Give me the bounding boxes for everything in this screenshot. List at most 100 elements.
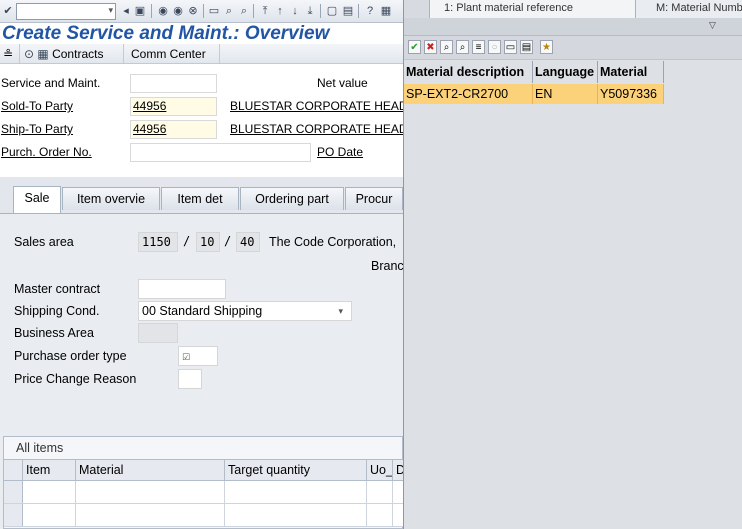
material-cell[interactable] — [76, 504, 225, 526]
shortcut-icon[interactable]: ▤ — [340, 3, 356, 19]
tab-item-overview[interactable]: Item overvie — [62, 187, 160, 210]
next-page-icon[interactable]: ↓ — [287, 3, 303, 19]
master-contract-label: Master contract — [14, 282, 101, 296]
find-next-icon[interactable]: ⌕ — [236, 3, 252, 19]
shipping-cond-dropdown[interactable]: 00 Standard Shipping ▾ — [138, 301, 352, 321]
column-description[interactable]: D — [393, 460, 403, 481]
doc-type-label: Service and Maint. — [1, 76, 101, 90]
cancel-icon[interactable]: ⊗ — [185, 3, 201, 19]
sold-to-row: Sold-To Party 44956 BLUESTAR CORPORATE H… — [0, 95, 403, 117]
tab-plant-material-reference[interactable]: 1: Plant material reference — [430, 0, 636, 18]
tab-sale[interactable]: Sale — [13, 186, 61, 213]
confirm-check-icon[interactable]: ✔ — [408, 40, 421, 54]
ship-to-label[interactable]: Ship-To Party — [1, 122, 73, 136]
column-material[interactable]: Material — [76, 460, 225, 481]
print-icon[interactable]: ▭ — [504, 40, 517, 54]
language-cell[interactable]: EN — [533, 84, 598, 104]
comm-center-button[interactable]: Comm Center — [124, 44, 220, 64]
enter-check-icon[interactable]: ✔ — [0, 3, 16, 19]
sort-icon[interactable]: ≡ — [472, 40, 485, 54]
material-cell[interactable]: Y5097336 — [598, 84, 664, 104]
save-icon[interactable]: ▣ — [132, 3, 148, 19]
new-session-icon[interactable]: ▢ — [324, 3, 340, 19]
po-type-row: Purchase order type ☑ — [0, 346, 403, 368]
sales-area-row: Sales area 1150 / 10 / 40 The Code Corpo… — [0, 232, 403, 254]
uom-cell[interactable] — [367, 504, 393, 526]
sales-org-field: 1150 — [138, 232, 178, 252]
last-page-icon[interactable]: ⤓ — [302, 3, 318, 19]
layout-menu-icon[interactable]: ▦ — [378, 3, 394, 19]
tab-material-number[interactable]: M: Material Number — [636, 0, 742, 18]
shipping-cond-row: Shipping Cond. 00 Standard Shipping ▾ — [0, 301, 403, 323]
column-uom[interactable]: Uo_ — [367, 460, 393, 481]
tab-procurement[interactable]: Procur — [345, 187, 403, 210]
find-next-icon[interactable]: ⌕ — [456, 40, 469, 54]
print-icon[interactable]: ▭ — [206, 3, 222, 19]
document-header: Service and Maint. Net value Sold-To Par… — [0, 64, 403, 177]
doc-number-field[interactable] — [130, 74, 217, 93]
tab-strip: Sale Item overvie Item det Ordering part… — [0, 177, 403, 213]
sold-to-name[interactable]: BLUESTAR CORPORATE HEAD — [230, 99, 403, 113]
item-cell[interactable] — [23, 481, 76, 503]
target-quantity-cell[interactable] — [225, 504, 367, 526]
description-cell[interactable] — [393, 481, 403, 503]
sold-to-field[interactable]: 44956 — [130, 97, 217, 116]
sold-to-label[interactable]: Sold-To Party — [1, 99, 73, 113]
toolbar-separator — [253, 4, 254, 18]
tab-ordering-party[interactable]: Ordering part — [240, 187, 344, 210]
row-selector[interactable] — [4, 504, 23, 526]
back-icon[interactable]: ◉ — [155, 3, 171, 19]
application-toolbar: ≗ ⊙ ▦ Contracts Comm Center — [0, 44, 403, 64]
find-icon[interactable]: ⌕ — [440, 40, 453, 54]
select-all-cell[interactable] — [4, 460, 23, 481]
contracts-button[interactable]: ⊙ ▦ Contracts — [20, 44, 124, 64]
previous-page-icon[interactable]: ↑ — [272, 3, 288, 19]
ship-to-name[interactable]: BLUESTAR CORPORATE HEAD — [230, 122, 403, 136]
exit-icon[interactable]: ◉ — [170, 3, 186, 19]
cancel-icon[interactable]: ✖ — [424, 40, 437, 54]
personal-list-icon[interactable]: ★ — [540, 40, 553, 54]
column-language[interactable]: Language — [533, 61, 598, 83]
search-help-tabs: 1: Plant material reference M: Material … — [404, 0, 742, 18]
dist-channel-field: 10 — [196, 232, 220, 252]
find-icon[interactable]: ⌕ — [221, 3, 237, 19]
column-item[interactable]: Item — [23, 460, 76, 481]
column-material[interactable]: Material — [598, 61, 664, 83]
toolbar-separator — [151, 4, 152, 18]
po-date-label[interactable]: PO Date — [317, 145, 363, 159]
filter-icon[interactable]: ○ — [488, 40, 501, 54]
all-items-box: All items Item Material Target quantity … — [3, 436, 403, 529]
dropdown-icon[interactable]: ▾ — [338, 302, 343, 320]
system-toolbar: ✔ ▾ ◂ ▣ ◉ ◉ ⊗ ▭ ⌕ ⌕ ⤒ ↑ ↓ ⤓ ▢ ▤ ? ▦ — [0, 0, 403, 23]
dropdown-icon[interactable]: ▾ — [108, 5, 113, 16]
column-material-description[interactable]: Material description — [404, 61, 533, 83]
uom-cell[interactable] — [367, 481, 393, 503]
toolbar-separator — [358, 4, 359, 18]
price-change-row: Price Change Reason — [0, 369, 403, 391]
ship-to-field[interactable]: 44956 — [130, 120, 217, 139]
master-contract-field[interactable] — [138, 279, 226, 299]
column-target-quantity[interactable]: Target quantity — [225, 460, 367, 481]
tab-item-detail[interactable]: Item det — [161, 187, 239, 210]
command-field[interactable]: ▾ — [16, 3, 116, 20]
f4-help-icon[interactable]: ☑ — [182, 352, 190, 362]
price-change-field[interactable] — [178, 369, 202, 389]
table-row[interactable]: SP-EXT2-CR2700 EN Y5097336 — [404, 84, 664, 104]
target-quantity-cell[interactable] — [225, 481, 367, 503]
tab-scroll-left[interactable] — [404, 0, 430, 18]
help-icon[interactable]: ? — [362, 3, 378, 19]
po-number-label[interactable]: Purch. Order No. — [1, 145, 92, 159]
material-cell[interactable] — [76, 481, 225, 503]
material-description-cell[interactable]: SP-EXT2-CR2700 — [404, 84, 533, 104]
po-number-field[interactable] — [130, 143, 311, 162]
item-cell[interactable] — [23, 504, 76, 526]
po-type-field[interactable]: ☑ — [178, 346, 218, 366]
row-selector[interactable] — [4, 481, 23, 503]
division-field: 40 — [236, 232, 260, 252]
separator-slash: / — [183, 234, 191, 248]
description-cell[interactable] — [393, 504, 403, 526]
expand-restrictions-icon[interactable]: ▽ — [709, 20, 716, 31]
display-icon[interactable]: ≗ — [0, 44, 20, 64]
settings-icon[interactable]: ▤ — [520, 40, 533, 54]
first-page-icon[interactable]: ⤒ — [257, 3, 273, 19]
